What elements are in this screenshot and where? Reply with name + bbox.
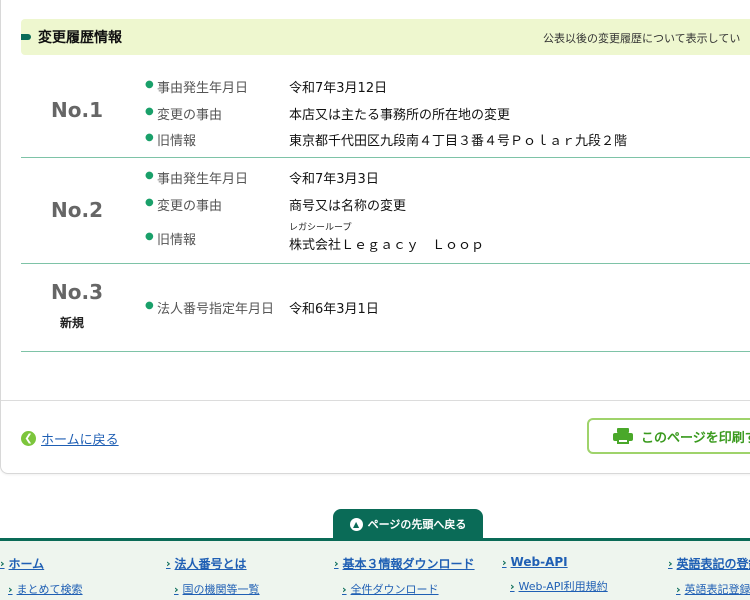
footer-sublink-english-register[interactable]: › 英語表記登録 bbox=[676, 581, 750, 597]
history-record-3: No.3 新規 ● 法人番号指定年月日 令和6年3月1日 bbox=[21, 264, 750, 352]
old-company-name: 株式会社Ｌｅｇａｃｙ Ｌｏｏｐ bbox=[289, 238, 485, 253]
row-value: 東京都千代田区九段南４丁目３番４号Ｐｏｌａｒ九段２階 bbox=[289, 134, 628, 149]
print-page-button[interactable]: このページを印刷す bbox=[587, 418, 750, 454]
footer-sublink-label: 国の機関等一覧 bbox=[182, 583, 260, 596]
ruby-text: レガシーループ bbox=[289, 223, 352, 233]
record-number: No.3 bbox=[51, 280, 103, 304]
footer-link-about[interactable]: › 法人番号とは bbox=[166, 555, 260, 572]
bullet-icon: ● bbox=[145, 231, 154, 242]
print-button-label: このページを印刷す bbox=[641, 430, 750, 446]
footer-sublink-agencies[interactable]: › 国の機関等一覧 bbox=[174, 581, 260, 597]
footer-link-label: Web-API bbox=[510, 555, 568, 569]
chevron-right-icon: › bbox=[174, 582, 179, 596]
footer-column-home: › ホーム › まとめて検索 bbox=[0, 555, 83, 597]
bullet-icon: ● bbox=[145, 170, 154, 181]
chevron-right-icon: › bbox=[676, 582, 681, 596]
row-value: 本店又は主たる事務所の所在地の変更 bbox=[289, 108, 511, 123]
history-record-1: No.1 ● 事由発生年月日 令和7年3月12日 ● 変更の事由 本店又は主たる… bbox=[21, 66, 750, 158]
row-label: 事由発生年月日 bbox=[157, 172, 249, 187]
footer-sublink-webapi-terms[interactable]: › Web-API利用規約 bbox=[510, 578, 608, 594]
chevron-right-icon: › bbox=[502, 555, 507, 569]
row-value: 商号又は名称の変更 bbox=[289, 199, 407, 214]
footer-column-webapi: › Web-API › Web-API利用規約 bbox=[502, 555, 608, 594]
footer-link-download[interactable]: › 基本３情報ダウンロード bbox=[334, 555, 475, 572]
chevron-right-icon: › bbox=[668, 557, 673, 570]
chevron-right-icon: › bbox=[334, 557, 339, 570]
footer-sublink-label: まとめて検索 bbox=[16, 583, 83, 596]
chevron-right-icon: › bbox=[0, 557, 5, 570]
footer-sublink-search[interactable]: › まとめて検索 bbox=[8, 581, 83, 597]
page-top-button[interactable]: ▲ ページの先頭へ戻る bbox=[333, 509, 483, 539]
row-value-with-ruby: レガシーループ 株式会社Ｌｅｇａｃｙ Ｌｏｏｐ bbox=[289, 220, 484, 253]
chevron-up-circle-icon: ▲ bbox=[349, 517, 363, 531]
record-row-old-info: ● 旧情報 東京都千代田区九段南４丁目３番４号Ｐｏｌａｒ九段２階 bbox=[145, 130, 750, 149]
new-badge: 新規 bbox=[59, 316, 84, 330]
back-link-label: ホームに戻る bbox=[41, 433, 119, 448]
footer-link-label: 英語表記の登録 bbox=[676, 557, 750, 571]
divider bbox=[1, 400, 750, 401]
record-row-date: ● 事由発生年月日 令和7年3月3日 bbox=[145, 168, 750, 187]
printer-icon bbox=[613, 428, 633, 444]
footer-sublink-label: 英語表記登録 bbox=[684, 583, 750, 596]
bullet-icon: ● bbox=[145, 79, 154, 90]
footer-link-webapi[interactable]: › Web-API bbox=[502, 555, 608, 569]
footer-link-label: 基本３情報ダウンロード bbox=[342, 557, 475, 571]
bullet-icon: ● bbox=[145, 197, 154, 208]
bullet-icon: ● bbox=[145, 132, 154, 143]
footer-link-label: 法人番号とは bbox=[174, 557, 247, 571]
section-header: 変更履歴情報 公表以後の変更履歴について表示してい bbox=[21, 19, 750, 55]
row-value: 令和7年3月3日 bbox=[289, 172, 379, 187]
history-card: 変更履歴情報 公表以後の変更履歴について表示してい No.1 ● 事由発生年月日… bbox=[0, 0, 750, 474]
row-label: 旧情報 bbox=[157, 134, 197, 149]
footer-column-about: › 法人番号とは › 国の機関等一覧 bbox=[166, 555, 260, 597]
header-marker bbox=[21, 34, 31, 40]
chevron-right-icon: › bbox=[342, 582, 347, 596]
row-label: 旧情報 bbox=[157, 233, 197, 248]
footer-column-download: › 基本３情報ダウンロード › 全件ダウンロード bbox=[334, 555, 475, 597]
site-footer: › ホーム › まとめて検索 › 法人番号とは › 国の機関等一覧 › 基本３情報ダウンロ… bbox=[0, 538, 750, 600]
record-row-reason: ● 変更の事由 本店又は主たる事務所の所在地の変更 bbox=[145, 104, 750, 123]
bullet-icon: ● bbox=[145, 106, 154, 117]
record-row-date: ● 事由発生年月日 令和7年3月12日 bbox=[145, 77, 750, 96]
row-label: 変更の事由 bbox=[157, 199, 223, 214]
record-number: No.1 bbox=[51, 98, 103, 122]
chevron-right-icon: › bbox=[8, 582, 13, 596]
footer-column-english: ›英語表記の登録 ›英語表記登録 bbox=[668, 555, 750, 597]
chevron-left-circle-icon: ❮ bbox=[21, 431, 36, 446]
row-label: 事由発生年月日 bbox=[157, 81, 249, 96]
record-row-designation-date: ● 法人番号指定年月日 令和6年3月1日 bbox=[145, 298, 750, 317]
section-title: 変更履歴情報 bbox=[38, 30, 122, 46]
footer-sublink-full-download[interactable]: › 全件ダウンロード bbox=[342, 581, 475, 597]
bullet-icon: ● bbox=[145, 300, 154, 311]
footer-link-home[interactable]: › ホーム bbox=[0, 555, 83, 572]
record-row-reason: ● 変更の事由 商号又は名称の変更 bbox=[145, 195, 750, 214]
record-row-old-info: ● 旧情報 レガシーループ 株式会社Ｌｅｇａｃｙ Ｌｏｏｐ bbox=[145, 220, 750, 253]
section-note: 公表以後の変更履歴について表示してい bbox=[543, 32, 741, 45]
history-record-2: No.2 ● 事由発生年月日 令和7年3月3日 ● 変更の事由 商号又は名称の変… bbox=[21, 158, 750, 264]
page-top-label: ページの先頭へ戻る bbox=[367, 518, 467, 531]
footer-sublink-label: 全件ダウンロード bbox=[350, 583, 439, 596]
chevron-right-icon: › bbox=[166, 557, 171, 570]
chevron-right-icon: › bbox=[510, 579, 515, 593]
footer-sublink-label: Web-API利用規約 bbox=[518, 580, 608, 593]
back-to-home-link[interactable]: ❮ ホームに戻る bbox=[21, 429, 119, 448]
footer-link-english[interactable]: ›英語表記の登録 bbox=[668, 555, 750, 572]
row-value: 令和6年3月1日 bbox=[289, 302, 379, 317]
footer-link-label: ホーム bbox=[8, 557, 45, 571]
row-label: 法人番号指定年月日 bbox=[157, 302, 275, 317]
record-number: No.2 bbox=[51, 198, 103, 222]
row-value: 令和7年3月12日 bbox=[289, 81, 388, 96]
row-label: 変更の事由 bbox=[157, 108, 223, 123]
